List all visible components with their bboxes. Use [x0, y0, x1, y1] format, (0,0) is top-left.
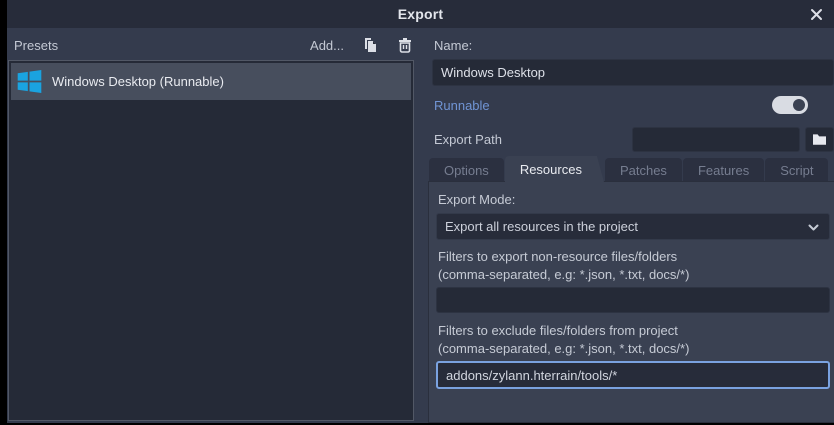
tab-resources[interactable]: Resources [505, 156, 604, 182]
duplicate-preset-button[interactable] [361, 36, 379, 54]
exclude-filters-label: Filters to exclude files/folders from pr… [438, 322, 689, 358]
preset-settings: Name: Runnable Export Path Options Resou… [425, 28, 834, 423]
trash-icon [399, 38, 411, 53]
export-mode-select[interactable]: Export all resources in the project [436, 213, 830, 240]
export-path-input[interactable] [632, 127, 800, 152]
windows-logo-icon [17, 70, 42, 93]
dialog-title: Export [397, 6, 444, 22]
name-label: Name: [434, 38, 473, 53]
tab-script[interactable]: Script [765, 158, 829, 182]
presets-actions: Add... [310, 36, 414, 54]
tab-features[interactable]: Features [682, 158, 765, 182]
runnable-label[interactable]: Runnable [434, 98, 490, 113]
exclude-filters-input[interactable] [436, 361, 830, 389]
preset-item-label: Windows Desktop (Runnable) [52, 74, 224, 89]
presets-list: Windows Desktop (Runnable) [8, 60, 414, 421]
preset-item-windows-desktop[interactable]: Windows Desktop (Runnable) [11, 63, 411, 100]
export-tabbar: Options Resources Patches Features Scrip… [429, 156, 829, 182]
close-button[interactable] [807, 5, 825, 23]
duplicate-icon [365, 38, 376, 52]
dialog-titlebar: Export [7, 0, 834, 28]
tab-options[interactable]: Options [429, 158, 504, 182]
browse-path-button[interactable] [805, 127, 834, 152]
include-filters-hint: (comma-separated, e.g: *.json, *.txt, do… [438, 267, 690, 282]
presets-label: Presets [14, 37, 59, 53]
tab-patches[interactable]: Patches [604, 158, 682, 182]
delete-preset-button[interactable] [396, 36, 414, 54]
include-filters-label: Filters to export non-resource files/fol… [438, 248, 689, 284]
runnable-toggle[interactable] [772, 96, 808, 114]
add-preset-button[interactable]: Add... [310, 38, 344, 53]
toggle-knob [793, 99, 805, 111]
name-input[interactable] [432, 59, 834, 86]
include-filters-input[interactable] [436, 287, 830, 313]
resources-tab-panel: Export Mode: Export all resources in the… [428, 181, 834, 423]
export-path-label: Export Path [434, 132, 502, 147]
include-filters-label-line1: Filters to export non-resource files/fol… [438, 249, 678, 264]
export-mode-label: Export Mode: [438, 192, 516, 207]
close-icon [810, 8, 822, 20]
folder-icon [813, 134, 826, 145]
exclude-filters-hint: (comma-separated, e.g: *.json, *.txt, do… [438, 341, 690, 356]
screen: Export Presets Add... Windows Desktop (R… [0, 0, 834, 425]
presets-header: Presets Add... [14, 35, 414, 55]
exclude-filters-label-line1: Filters to exclude files/folders from pr… [438, 323, 678, 338]
export-dialog: Export Presets Add... Windows Desktop (R… [7, 0, 834, 423]
export-mode-value: Export all resources in the project [445, 219, 638, 234]
chevron-down-icon [808, 224, 819, 231]
